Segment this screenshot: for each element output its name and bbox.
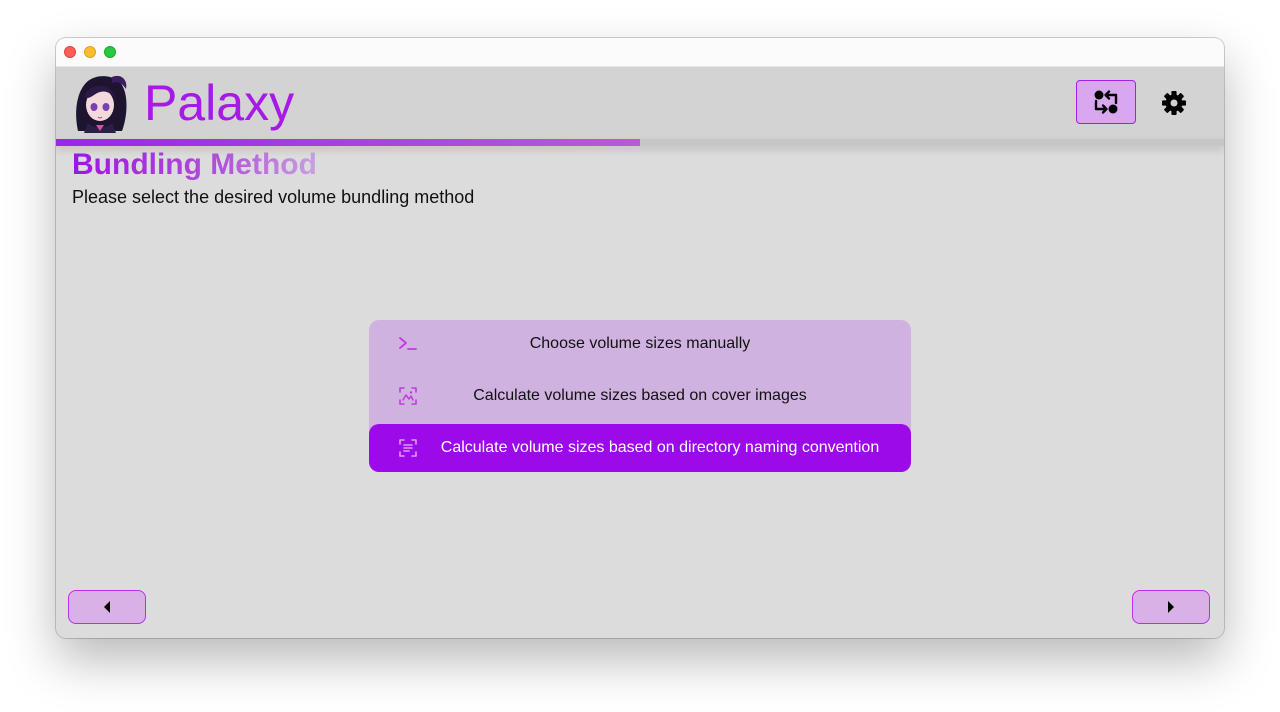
minimize-window-button[interactable] bbox=[84, 46, 96, 58]
swap-arrows-icon bbox=[1094, 90, 1118, 114]
option-manual[interactable]: Choose volume sizes manually bbox=[369, 320, 911, 368]
app-logo-avatar bbox=[76, 75, 127, 133]
settings-button[interactable] bbox=[1154, 83, 1194, 123]
option-cover-images[interactable]: Calculate volume sizes based on cover im… bbox=[369, 372, 911, 420]
step-title: Bundling Method bbox=[72, 146, 317, 184]
terminal-icon bbox=[399, 337, 417, 350]
option-label: Calculate volume sizes based on cover im… bbox=[473, 387, 807, 404]
wizard-progress-bar bbox=[56, 139, 1224, 146]
text-scan-icon bbox=[399, 439, 417, 457]
title-bar bbox=[56, 38, 1224, 67]
option-directory-naming[interactable]: Calculate volume sizes based on director… bbox=[369, 424, 911, 472]
caret-right-icon bbox=[1168, 601, 1174, 613]
wizard-progress-fill bbox=[56, 139, 640, 146]
app-header: Palaxy bbox=[56, 67, 1224, 139]
gear-icon bbox=[1162, 91, 1186, 115]
switch-mode-button[interactable] bbox=[1076, 80, 1136, 124]
caret-left-icon bbox=[104, 601, 110, 613]
app-title: Palaxy bbox=[144, 75, 295, 131]
step-subtitle: Please select the desired volume bundlin… bbox=[72, 187, 475, 207]
option-label: Choose volume sizes manually bbox=[529, 335, 751, 352]
bundling-method-options: Choose volume sizes manually Calculate v… bbox=[369, 320, 911, 472]
back-button[interactable] bbox=[68, 590, 146, 624]
image-scan-icon bbox=[399, 387, 417, 405]
app-window: Palaxy Bundling Method Please select the… bbox=[56, 38, 1224, 638]
next-button[interactable] bbox=[1132, 590, 1210, 624]
zoom-window-button[interactable] bbox=[104, 46, 116, 58]
option-label: Calculate volume sizes based on director… bbox=[440, 439, 880, 456]
close-window-button[interactable] bbox=[64, 46, 76, 58]
